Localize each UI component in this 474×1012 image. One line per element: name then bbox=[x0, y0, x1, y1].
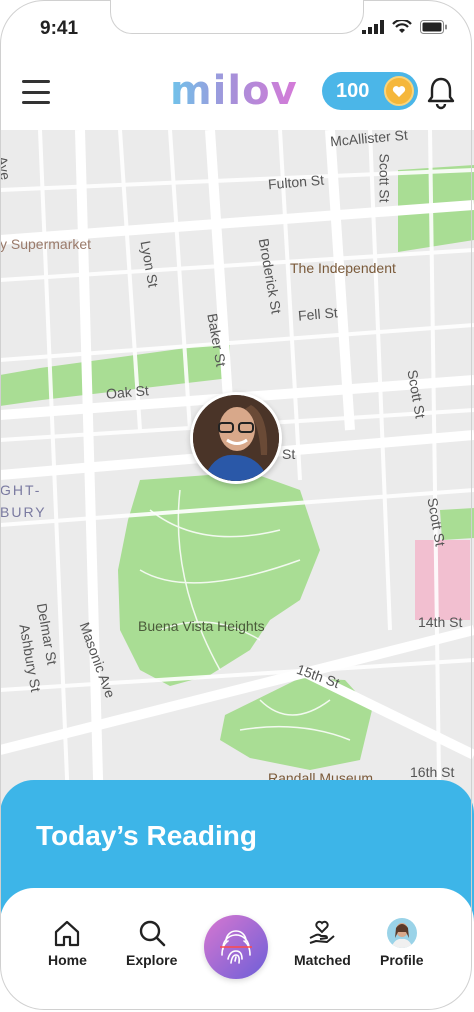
nav-label-explore: Explore bbox=[126, 952, 178, 968]
bell-icon[interactable] bbox=[426, 76, 456, 110]
user-location-avatar[interactable] bbox=[190, 392, 282, 484]
map-label-page: St bbox=[282, 446, 296, 462]
nav-label-profile: Profile bbox=[380, 952, 424, 968]
coin-balance: 100 bbox=[336, 79, 370, 102]
signal-icon bbox=[362, 20, 384, 34]
status-icons bbox=[362, 20, 448, 34]
map-view[interactable]: McAllister St Fulton St Scott St y Super… bbox=[0, 130, 474, 850]
nav-item-profile[interactable]: Profile bbox=[380, 918, 424, 968]
battery-icon bbox=[420, 20, 447, 34]
profile-avatar bbox=[386, 918, 417, 948]
coin-balance-badge[interactable]: 100 bbox=[322, 72, 418, 110]
avatar-photo bbox=[193, 395, 279, 481]
todays-reading-title: Today’s Reading bbox=[36, 820, 257, 851]
fingerprint-icon bbox=[220, 930, 252, 964]
map-label-supermarket: y Supermarket bbox=[0, 236, 92, 252]
phone-screen: 9:41 milov 100 McAllister St Fulton St S… bbox=[0, 0, 474, 1012]
nav-item-home[interactable]: Home bbox=[48, 918, 87, 968]
bottom-navigation: Home Explore Matched Profile bbox=[0, 888, 474, 1012]
map-label-independent: The Independent bbox=[290, 260, 396, 276]
map-label-scott-top: Scott St bbox=[376, 153, 393, 203]
heart-coin-icon bbox=[384, 76, 414, 106]
matched-heart-hand-icon bbox=[309, 920, 336, 944]
map-label-sixteenth: 16th St bbox=[410, 764, 455, 780]
nav-item-matched[interactable]: Matched bbox=[294, 918, 351, 968]
map-label-buena-vista: Buena Vista Heights bbox=[138, 618, 265, 634]
app-logo: milov bbox=[170, 68, 298, 114]
home-icon bbox=[55, 920, 80, 947]
nav-label-matched: Matched bbox=[294, 952, 351, 968]
nav-item-explore[interactable]: Explore bbox=[126, 918, 177, 968]
wifi-icon bbox=[392, 20, 412, 33]
nav-label-home: Home bbox=[48, 952, 87, 968]
device-notch bbox=[110, 0, 364, 34]
map-label-bury: BURY bbox=[0, 504, 47, 520]
map-label-ght: GHT- bbox=[0, 482, 42, 498]
app-header: milov 100 bbox=[0, 60, 474, 130]
status-time: 9:41 bbox=[40, 18, 79, 39]
map-label-fourteenth: 14th St bbox=[418, 614, 463, 630]
search-icon bbox=[139, 920, 165, 947]
fingerprint-scan-button[interactable] bbox=[204, 915, 268, 979]
menu-icon[interactable] bbox=[22, 80, 50, 104]
